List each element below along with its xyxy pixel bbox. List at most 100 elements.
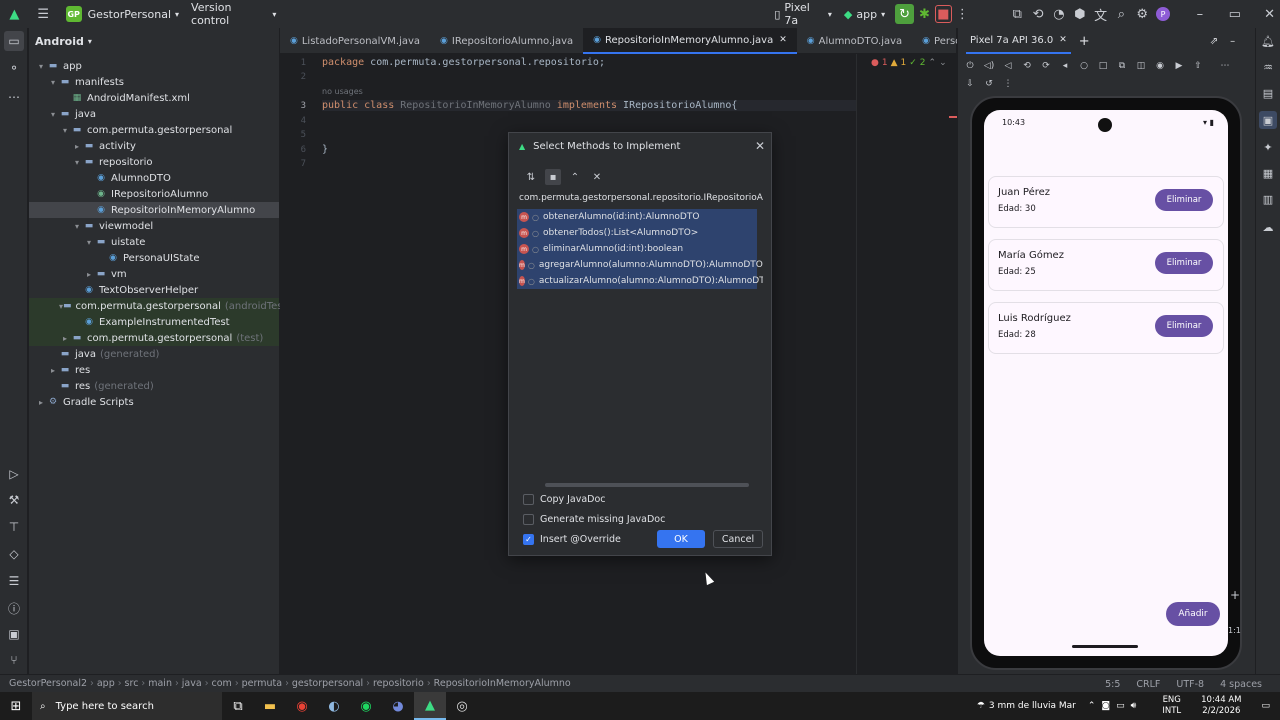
method-item[interactable]: m ○ obtenerTodos():List<AlumnoDTO> [517, 225, 757, 241]
phone-screen[interactable]: 10:43 ▾ ▮ Juan Pérez Edad: 30 Eliminar Marí… [984, 110, 1228, 656]
editor-tab[interactable]: ◉ RepositorioInMemoryAlumno.java ✕ [583, 28, 797, 54]
tree-item[interactable]: ▸ ⚙ Gradle Scripts [29, 394, 279, 410]
tree-item[interactable]: ▬ java (generated) [29, 346, 279, 362]
settings-gear-icon[interactable]: ⚙ [1132, 3, 1153, 25]
git-icon[interactable]: ⑂ [4, 650, 24, 670]
tree-item[interactable]: ▸ ▬ vm [29, 266, 279, 282]
download-icon[interactable]: ⇩ [962, 76, 978, 92]
volume-up-icon[interactable]: ◁) [981, 58, 997, 74]
device-manager-icon[interactable]: ⧉ [1007, 3, 1028, 25]
breadcrumb-item[interactable]: main [145, 678, 175, 689]
inspection-widget[interactable]: ● 1 ▲ 1 ✓ 2 ⌃ ⌄ [871, 58, 947, 68]
gemini-icon[interactable]: ✦ [1259, 138, 1277, 156]
build-icon[interactable]: ⚒ [4, 490, 24, 510]
chrome-icon[interactable]: ◉ [286, 692, 318, 720]
sync-icon[interactable]: ⟲ [1028, 3, 1049, 25]
debug-icon[interactable]: ✱ [914, 3, 935, 25]
chevron-right-icon[interactable]: ▸ [47, 366, 59, 375]
chevron-up-icon[interactable]: ⌃ [929, 58, 937, 68]
chevron-down-icon[interactable]: ▾ [59, 126, 71, 135]
breadcrumb-item[interactable]: gestorpersonal [289, 678, 366, 689]
chevron-down-icon[interactable]: ⌄ [939, 58, 947, 68]
indent-settings[interactable]: 4 spaces [1220, 679, 1262, 690]
problems-icon[interactable]: ⓘ [4, 598, 24, 618]
home-icon[interactable]: ○ [1076, 58, 1092, 74]
screenshot-icon[interactable]: ◉ [1152, 58, 1168, 74]
cloud-icon[interactable]: ☁ [1259, 218, 1277, 236]
fold-icon[interactable]: ⧉ [1114, 58, 1130, 74]
input-language[interactable]: ENG INTL [1152, 695, 1191, 717]
gem-icon[interactable]: ◇ [4, 544, 24, 564]
cancel-button[interactable]: Cancel [713, 530, 763, 548]
taskbar-search[interactable]: ⌕ Type here to search [32, 692, 222, 720]
sdk-manager-icon[interactable]: ⬢ [1069, 3, 1090, 25]
overview-icon[interactable]: □ [1095, 58, 1111, 74]
add-device-icon[interactable]: + [1079, 34, 1090, 49]
tree-item[interactable]: ▾ ▬ uistate [29, 234, 279, 250]
device-file-icon[interactable]: ▥ [1259, 190, 1277, 208]
tree-item[interactable]: ▾ ▬ com.permuta.gestorpersonal (androidTest… [29, 298, 290, 314]
layout-inspector-icon[interactable]: ▦ [1259, 164, 1277, 182]
device-selector[interactable]: ▯ Pixel 7a ▾ [768, 0, 838, 28]
running-devices-icon[interactable]: ▣ [1259, 111, 1277, 129]
breadcrumb-item[interactable]: RepositorioInMemoryAlumno [431, 678, 574, 689]
close-icon[interactable]: ✕ [1259, 3, 1280, 25]
insert-override-checkbox[interactable]: ✓ [523, 533, 534, 545]
rerun-icon[interactable]: ↻ [895, 4, 915, 24]
tree-item[interactable]: ▾ ▬ viewmodel [29, 218, 279, 234]
line-separator[interactable]: CRLF [1136, 679, 1160, 690]
method-item[interactable]: m ○ eliminarAlumno(id:int):boolean [517, 241, 757, 257]
terminal-icon[interactable]: ▣ [4, 624, 24, 644]
discord-icon[interactable]: ◕ [382, 692, 414, 720]
clock[interactable]: 10:44 AM 2/2/2026 [1191, 695, 1251, 717]
delete-person-button[interactable]: Eliminar [1155, 252, 1213, 274]
chevron-down-icon[interactable]: ▾ [83, 238, 95, 247]
breadcrumb-item[interactable]: src [122, 678, 142, 689]
more-actions-icon[interactable]: ⋮ [952, 3, 973, 25]
tree-item[interactable]: ◉ PersonaUIState [29, 250, 279, 266]
power-icon[interactable]: ⏻ [962, 58, 978, 74]
obs-icon[interactable]: ◎ [446, 692, 478, 720]
editor-tab[interactable]: ◉ ListadoPersonalVM.java [280, 28, 430, 54]
delete-person-button[interactable]: Eliminar [1155, 189, 1213, 211]
run-icon[interactable]: ▷ [4, 464, 24, 484]
translate-icon[interactable]: 文 [1090, 3, 1111, 25]
steam-icon[interactable]: ◐ [318, 692, 350, 720]
logcat-icon[interactable]: ☰ [4, 571, 24, 591]
file-explorer-icon[interactable]: ▬ [254, 692, 286, 720]
hammer-icon[interactable]: ⊤ [4, 517, 24, 537]
tree-item[interactable]: ▸ ▬ activity [29, 138, 279, 154]
copy-javadoc-checkbox[interactable] [523, 493, 534, 505]
chevron-right-icon[interactable]: ▸ [71, 142, 83, 151]
minimize-icon[interactable]: – [1189, 3, 1210, 25]
expand-all-icon[interactable]: ⌃ [567, 169, 583, 185]
delete-person-button[interactable]: Eliminar [1155, 315, 1213, 337]
volume-down-icon[interactable]: ◁ [1000, 58, 1016, 74]
emulator-tab[interactable]: Pixel 7a API 36.0 ✕ [966, 28, 1071, 54]
chevron-down-icon[interactable]: ▾ [35, 62, 47, 71]
maximize-icon[interactable]: ▭ [1224, 3, 1245, 25]
method-item[interactable]: m ○ obtenerAlumno(id:int):AlumnoDTO [517, 209, 757, 225]
more-tools-icon[interactable]: … [4, 84, 24, 104]
breadcrumb-item[interactable]: com [209, 678, 235, 689]
zoom-in-icon[interactable]: + [1230, 588, 1240, 602]
breadcrumb-item[interactable]: GestorPersonal2 [6, 678, 90, 689]
notifications-icon[interactable]: 🔔︎ [1259, 32, 1277, 50]
export-icon[interactable]: ⇧ [1190, 58, 1206, 74]
collapse-all-icon[interactable]: ✕ [589, 169, 605, 185]
generate-javadoc-checkbox[interactable] [523, 513, 534, 525]
tree-item[interactable]: ▾ ▬ app [29, 58, 279, 74]
caret-position[interactable]: 5:5 [1105, 679, 1120, 690]
tree-item[interactable]: ▸ ▬ res [29, 362, 279, 378]
stop-icon[interactable]: ■ [934, 5, 953, 23]
weather-text[interactable]: 3 mm de lluvia Mar [989, 701, 1076, 711]
gesture-navbar[interactable] [1072, 645, 1138, 648]
chevron-down-icon[interactable]: ▾ [47, 110, 59, 119]
tree-item[interactable]: ◉ ExampleInstrumentedTest [29, 314, 279, 330]
notification-center-icon[interactable]: ▭ [1251, 701, 1280, 711]
project-view-icon[interactable]: ▭ [4, 31, 24, 51]
project-view-selector[interactable]: Android ▾ [29, 28, 279, 54]
rotate-left-icon[interactable]: ⟲ [1019, 58, 1035, 74]
rotate-right-icon[interactable]: ⟳ [1038, 58, 1054, 74]
back-icon[interactable]: ◂ [1057, 58, 1073, 74]
